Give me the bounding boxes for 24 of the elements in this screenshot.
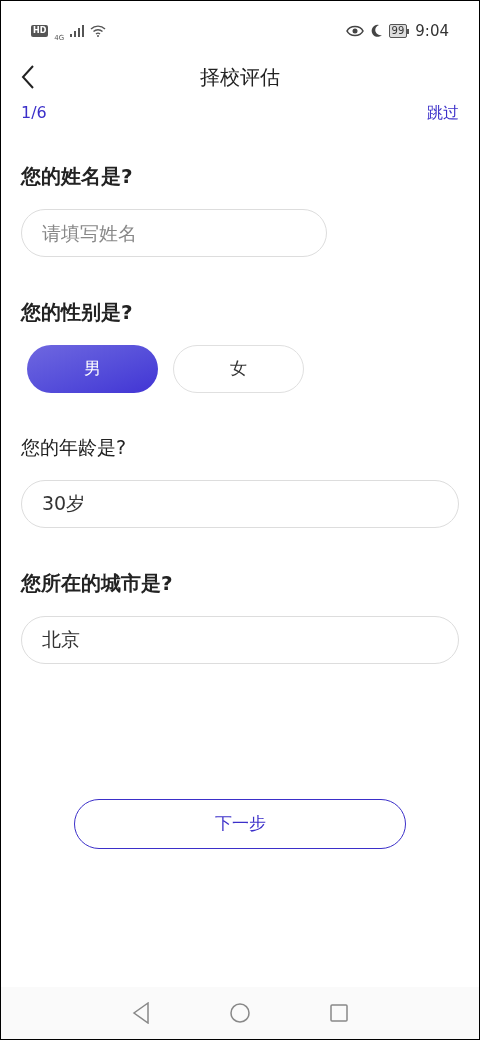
recents-nav-icon[interactable] — [330, 1004, 348, 1022]
option-button[interactable]: 男 — [27, 345, 158, 393]
option-button[interactable]: 女 — [173, 345, 304, 393]
page-title: 择校评估 — [200, 64, 280, 91]
back-icon[interactable] — [21, 65, 35, 89]
clock: 9:04 — [415, 20, 449, 42]
skip-link[interactable]: 跳过 — [427, 101, 459, 125]
input-field[interactable]: 请填写姓名 — [21, 209, 327, 257]
signal-icon — [70, 25, 85, 37]
moon-icon — [369, 24, 383, 38]
input-field[interactable]: 北京 — [21, 615, 459, 664]
next-button[interactable]: 下一步 — [74, 799, 406, 849]
battery-icon: 99 — [388, 24, 408, 38]
question-label: 您的姓名是? — [21, 163, 134, 190]
hd-icon: HD — [31, 25, 49, 37]
question-label: 您的性别是? — [21, 299, 134, 326]
input-field[interactable]: 30岁 — [21, 479, 459, 528]
question-label: 您的年龄是? — [21, 435, 128, 460]
home-nav-icon[interactable] — [230, 1003, 250, 1023]
back-nav-icon[interactable] — [132, 1002, 150, 1024]
step-counter: 1/6 — [21, 102, 47, 124]
eye-icon — [345, 25, 364, 37]
wifi-icon — [90, 25, 107, 37]
question-label: 您所在的城市是? — [21, 569, 174, 597]
